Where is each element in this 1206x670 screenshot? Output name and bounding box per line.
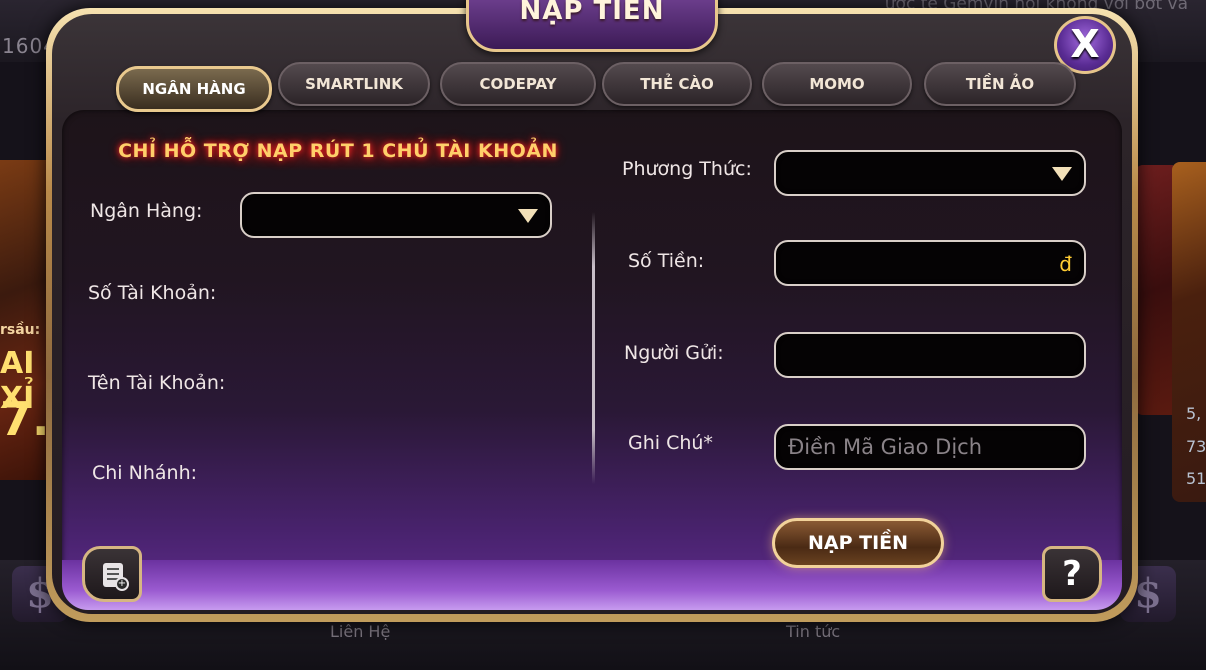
note-input-placeholder: Điền Mã Giao Dịch <box>788 435 983 459</box>
lobby-game-card-far-right[interactable]: 5, 73 51 <box>1172 162 1206 502</box>
amount-label: Số Tiền: <box>628 250 705 272</box>
card-number: 5, <box>1186 404 1202 423</box>
tab-smartlink[interactable]: SMARTLINK <box>278 62 430 106</box>
help-button[interactable]: ? <box>1042 546 1102 602</box>
deposit-submit-button[interactable]: NẠP TIỀN <box>772 518 944 568</box>
card-number: 73 <box>1186 437 1206 456</box>
tab-crypto[interactable]: TIỀN ẢO <box>924 62 1076 106</box>
tab-momo[interactable]: MOMO <box>762 62 912 106</box>
account-number-label: Số Tài Khoản: <box>88 282 217 304</box>
dropdown-caret-icon <box>1052 167 1072 181</box>
note-label: Ghi Chú* <box>628 432 713 454</box>
amount-input[interactable]: đ <box>774 240 1086 286</box>
single-owner-notice: CHỈ HỖ TRỢ NẠP RÚT 1 CHỦ TÀI KHOẢN <box>118 132 558 170</box>
help-icon: ? <box>1062 554 1082 594</box>
bank-select[interactable] <box>240 192 552 238</box>
sender-input[interactable] <box>774 332 1086 378</box>
dropdown-caret-icon <box>518 209 538 223</box>
plus-badge-icon: + <box>115 577 129 591</box>
column-divider <box>592 212 595 484</box>
close-icon: X <box>1070 22 1100 66</box>
account-name-label: Tên Tài Khoản: <box>88 372 226 394</box>
panel-bottom-glow <box>62 560 1122 610</box>
method-select[interactable] <box>774 150 1086 196</box>
news-link[interactable]: Tin tức <box>786 622 840 641</box>
method-label: Phương Thức: <box>622 158 752 180</box>
tab-scratch-card[interactable]: THẺ CÀO <box>602 62 752 106</box>
branch-label: Chi Nhánh: <box>92 462 198 484</box>
currency-suffix: đ <box>1059 252 1072 276</box>
bank-label: Ngân Hàng: <box>90 200 203 222</box>
tab-bank[interactable]: NGÂN HÀNG <box>116 66 272 112</box>
lobby-game-card-right[interactable] <box>1135 165 1173 415</box>
contact-link[interactable]: Liên Hệ <box>330 622 390 641</box>
tab-codepay[interactable]: CODEPAY <box>440 62 596 106</box>
modal-title: NẠP TIỀN <box>519 0 665 26</box>
history-button[interactable]: + <box>82 546 142 602</box>
sender-label: Người Gửi: <box>624 342 724 364</box>
note-input[interactable]: Điền Mã Giao Dịch <box>774 424 1086 470</box>
game-card-caption: rsầu: <box>0 322 41 338</box>
card-number: 51 <box>1186 469 1206 488</box>
